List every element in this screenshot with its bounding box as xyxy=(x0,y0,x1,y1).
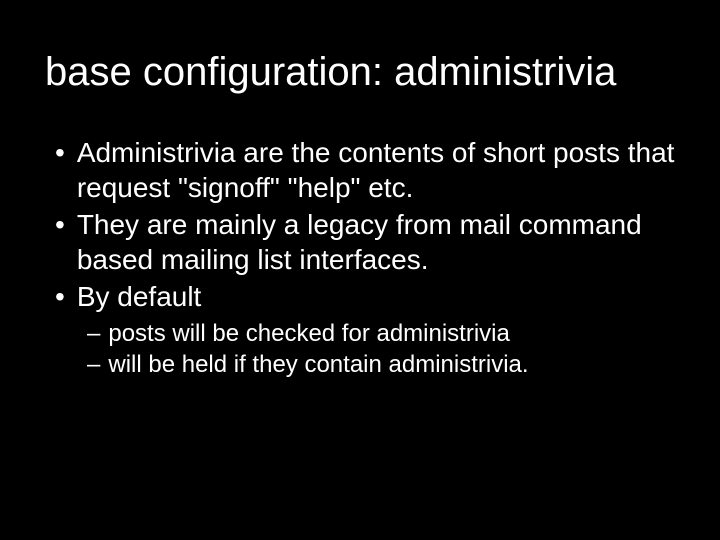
list-item: • They are mainly a legacy from mail com… xyxy=(55,207,675,277)
slide-title: base configuration: administrivia xyxy=(45,50,675,95)
dash-marker-icon: – xyxy=(87,349,100,380)
bullet-marker-icon: • xyxy=(55,135,65,205)
sub-bullet-text: will be held if they contain administriv… xyxy=(108,349,675,380)
slide-container: base configuration: administrivia • Admi… xyxy=(0,0,720,540)
sub-bullet-list: – posts will be checked for administrivi… xyxy=(45,318,675,380)
bullet-marker-icon: • xyxy=(55,279,65,314)
list-item: – posts will be checked for administrivi… xyxy=(87,318,675,349)
sub-bullet-text: posts will be checked for administrivia xyxy=(108,318,675,349)
bullet-marker-icon: • xyxy=(55,207,65,277)
list-item: • By default xyxy=(55,279,675,314)
bullet-text: Administrivia are the contents of short … xyxy=(77,135,675,205)
list-item: – will be held if they contain administr… xyxy=(87,349,675,380)
bullet-text: They are mainly a legacy from mail comma… xyxy=(77,207,675,277)
list-item: • Administrivia are the contents of shor… xyxy=(55,135,675,205)
bullet-text: By default xyxy=(77,279,675,314)
dash-marker-icon: – xyxy=(87,318,100,349)
bullet-list: • Administrivia are the contents of shor… xyxy=(45,135,675,314)
